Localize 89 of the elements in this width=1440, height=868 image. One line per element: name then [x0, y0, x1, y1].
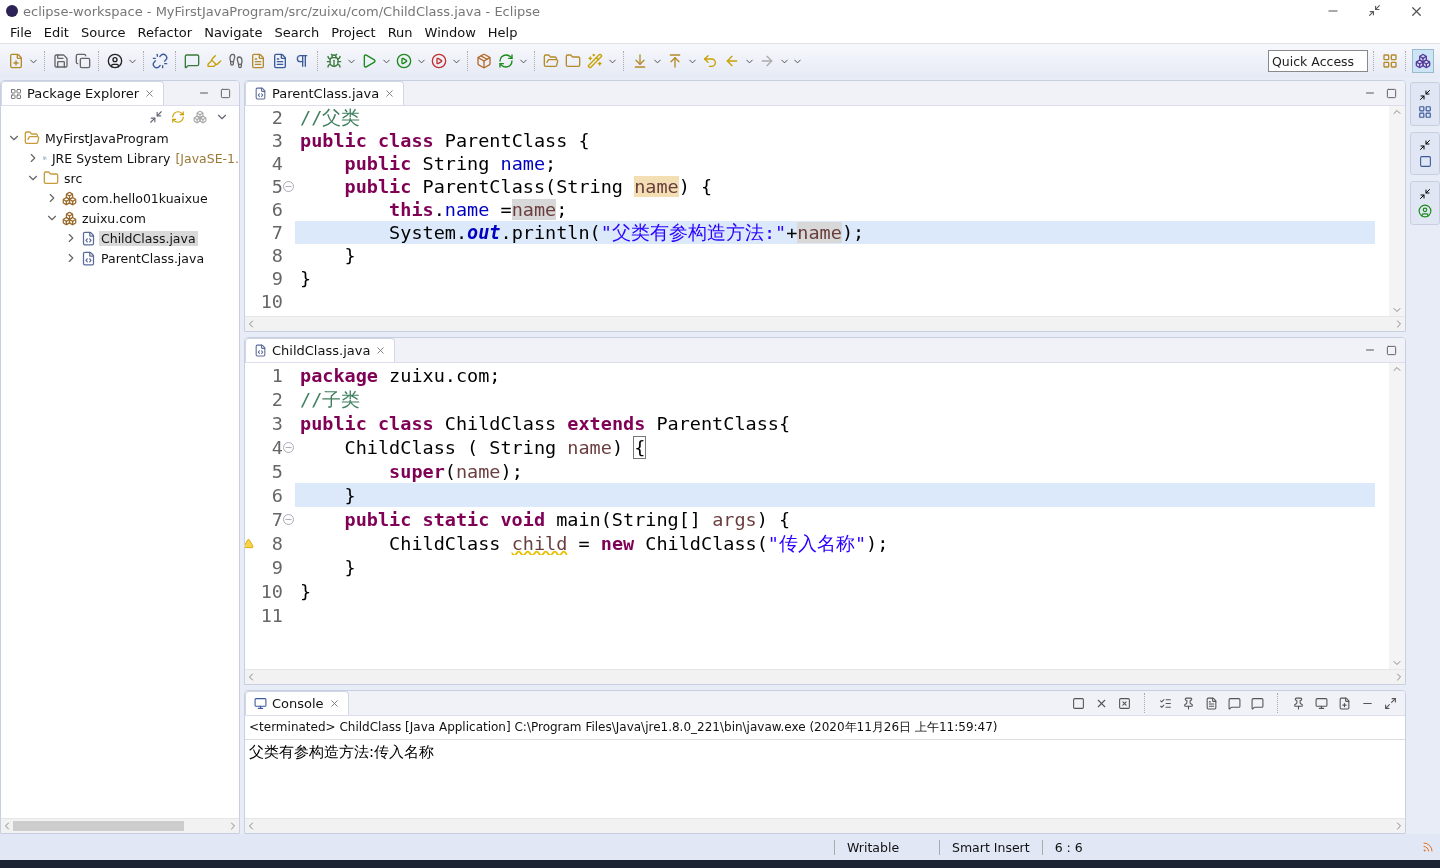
java-file-icon	[254, 344, 267, 357]
java-file-icon	[81, 250, 96, 266]
menu-item[interactable]: Search	[268, 25, 326, 40]
menu-item[interactable]: Edit	[37, 25, 75, 40]
eclipse-logo-icon	[6, 5, 18, 17]
show-error-icon[interactable]	[1251, 696, 1264, 710]
restore-icon[interactable]	[1368, 3, 1381, 17]
line-number: 2	[270, 107, 283, 128]
maximize-icon[interactable]	[1386, 344, 1397, 356]
editor-tab[interactable]: ParentClass.java	[245, 81, 405, 105]
line-number: 8	[270, 532, 283, 554]
close-icon[interactable]	[375, 345, 387, 356]
menu-item[interactable]: Project	[325, 25, 382, 40]
monitor-icon	[254, 697, 267, 710]
tree-item-suffix: [JavaSE-1.	[175, 150, 239, 166]
show-output-icon[interactable]	[1228, 696, 1241, 710]
restore-icon[interactable]	[1419, 188, 1431, 200]
line-number: 5	[270, 176, 283, 197]
close-icon[interactable]	[384, 88, 396, 99]
outline-icon[interactable]	[1418, 105, 1432, 119]
java-perspective-icon[interactable]	[1412, 49, 1434, 73]
tree-item[interactable]: com.hello01kuaixue	[80, 190, 210, 206]
package-icon	[62, 190, 77, 206]
line-number: 3	[270, 130, 283, 151]
tree-item[interactable]: ParentClass.java	[99, 250, 207, 266]
console-output: 父类有参构造方法:传入名称	[249, 743, 435, 761]
line-number: 2	[270, 388, 283, 410]
word-wrap-icon[interactable]	[1205, 696, 1218, 710]
quick-access-field[interactable]: Quick Access	[1268, 50, 1368, 72]
line-number: 11	[259, 604, 283, 626]
java-file-icon	[81, 230, 96, 246]
source-folder-icon	[43, 170, 59, 186]
menu-item[interactable]: Window	[418, 25, 482, 40]
menu-item[interactable]: Source	[74, 25, 132, 40]
close-icon[interactable]	[144, 88, 156, 99]
line-number: 6	[270, 484, 283, 506]
java-file-icon	[254, 87, 267, 100]
feed-icon	[1422, 841, 1434, 853]
line-number: 3	[270, 412, 283, 434]
link-editor-icon[interactable]	[171, 110, 185, 124]
line-number: 10	[259, 580, 283, 602]
line-number: 8	[270, 245, 283, 266]
line-number: 6	[270, 199, 283, 220]
line-number: 10	[259, 291, 283, 312]
filter-icon[interactable]	[193, 110, 207, 124]
display-console-icon[interactable]	[1315, 696, 1328, 710]
clear-console-icon[interactable]	[1159, 696, 1172, 710]
view-tab[interactable]: Package Explorer	[1, 81, 165, 105]
restore-icon[interactable]	[1419, 89, 1431, 101]
grid-icon	[10, 87, 22, 100]
project-folder-icon	[24, 130, 40, 146]
menu-item[interactable]: Help	[481, 25, 524, 40]
scroll-lock-icon[interactable]	[1182, 696, 1195, 710]
console-view-icon[interactable]	[1418, 204, 1432, 218]
pin-icon[interactable]	[1292, 696, 1305, 710]
status-field: 6 : 6	[1041, 839, 1137, 855]
tree-item[interactable]: ChildClass.java	[99, 230, 198, 246]
close-icon[interactable]	[328, 698, 340, 709]
stop-icon[interactable]	[1072, 696, 1085, 710]
remove-all-icon[interactable]	[1118, 696, 1131, 710]
line-number: 9	[270, 556, 283, 578]
menu-item[interactable]: Navigate	[198, 25, 269, 40]
line-number: 4	[270, 153, 283, 174]
menu-item[interactable]: Run	[381, 25, 419, 40]
tree-item[interactable]: src	[62, 170, 85, 186]
tree-item[interactable]: MyFirstJavaProgram	[43, 130, 171, 146]
collapse-all-icon[interactable]	[149, 110, 163, 124]
editor-tab[interactable]: ChildClass.java	[245, 338, 396, 362]
tree-item[interactable]: JRE System Library	[49, 150, 173, 166]
line-number: 7	[270, 508, 283, 530]
line-number: 7	[270, 222, 283, 243]
menu-item[interactable]: Refactor	[131, 25, 199, 40]
tree-item[interactable]: zuixu.com	[80, 210, 148, 226]
maximize-icon[interactable]	[220, 87, 231, 99]
line-number: 5	[270, 460, 283, 482]
restore-icon[interactable]	[1419, 139, 1431, 151]
console-header: <terminated> ChildClass [Java Application] C:\Program Files\Java\jre1.8.0_221\bin\javaw.exe (2020年11月26日 上午11:59:47)	[245, 716, 1405, 740]
console-tab[interactable]: Console	[245, 691, 349, 715]
status-field: Smart Insert	[939, 839, 1042, 855]
menu-item[interactable]: File	[4, 25, 38, 40]
line-number: 4	[270, 436, 283, 458]
maximize-icon[interactable]	[1386, 87, 1397, 99]
line-number: 1	[270, 364, 283, 386]
package-icon	[62, 210, 77, 226]
status-field: Writable	[834, 839, 939, 855]
open-console-icon[interactable]	[1338, 696, 1351, 710]
window-title: eclipse-workspace - MyFirstJavaProgram/src/zuixu/com/ChildClass.java - Eclipse	[23, 3, 541, 19]
line-number: 9	[270, 268, 283, 289]
maximize-icon[interactable]	[1384, 696, 1397, 710]
